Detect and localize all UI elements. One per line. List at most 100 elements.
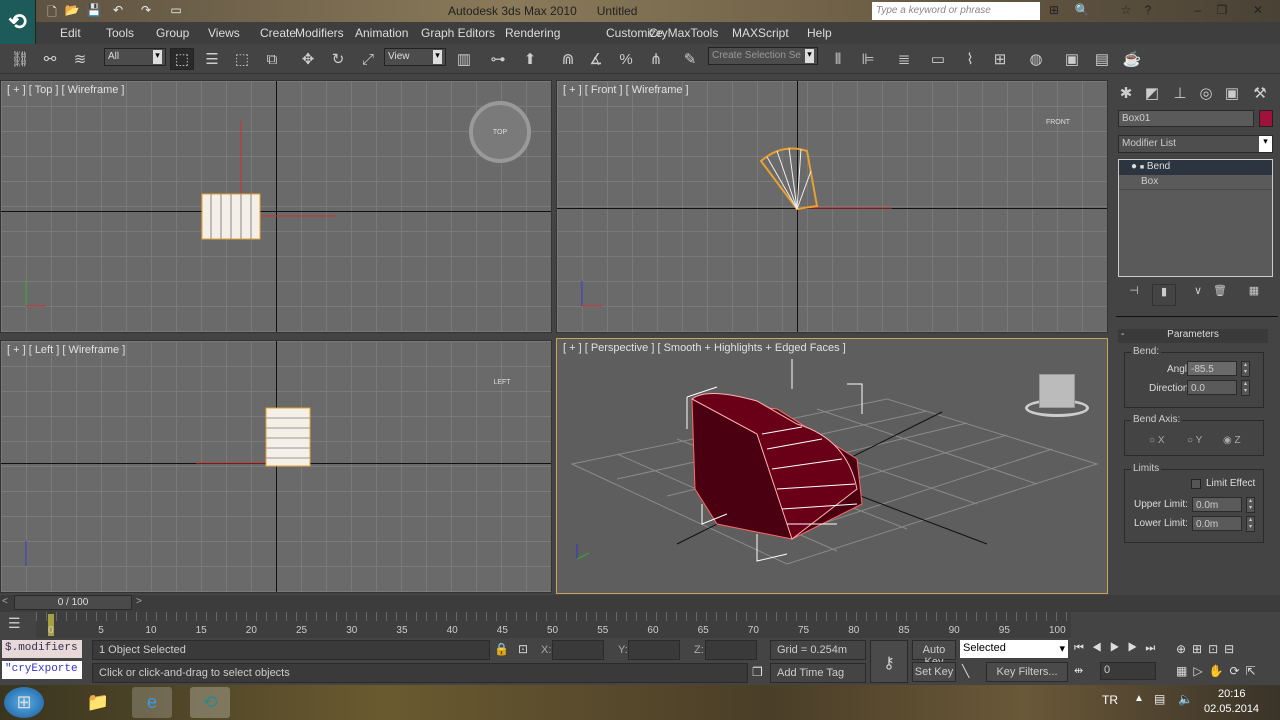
direction-spinner[interactable]: ▴ ▾ <box>1241 380 1250 396</box>
minimize-button[interactable]: ‒ <box>1190 3 1206 18</box>
action-center-icon[interactable]: ▤ <box>1154 692 1165 706</box>
key-filters-button[interactable]: Key Filters... <box>986 662 1068 682</box>
viewcube-left[interactable]: LEFT <box>471 379 533 407</box>
select-and-scale-icon[interactable]: ⤢ <box>356 48 380 70</box>
menu-animation[interactable]: Animation <box>355 26 408 40</box>
viewport-label[interactable]: [ + ] [ Perspective ] [ Smooth + Highlig… <box>563 342 846 354</box>
create-tab-icon[interactable]: ✱ <box>1114 84 1138 106</box>
viewcube-perspective[interactable] <box>1025 369 1089 424</box>
lower-limit-input[interactable]: 0.0m <box>1192 516 1242 531</box>
language-indicator[interactable]: TR <box>1102 693 1118 707</box>
selection-lock-icon[interactable]: 🔒 <box>494 642 509 656</box>
modify-tab-icon[interactable]: ◩ <box>1140 84 1164 106</box>
set-key-mode-icon[interactable]: ⚷ <box>870 640 908 683</box>
close-button[interactable]: ✕ <box>1250 3 1266 18</box>
help-icon[interactable]: ? <box>1140 3 1156 18</box>
unlink-selection-icon[interactable]: ⚯ <box>38 48 62 70</box>
app-logo-button[interactable]: ⟲ <box>0 0 36 44</box>
upper-limit-input[interactable]: 0.0m <box>1192 497 1242 512</box>
key-mode-toggle-icon[interactable]: ⇹ <box>1074 664 1083 677</box>
menu-help[interactable]: Help <box>807 26 832 40</box>
menu-tools[interactable]: Tools <box>106 26 134 40</box>
mirror-icon[interactable]: ⫴ <box>826 48 850 70</box>
redo-icon[interactable]: ↷ <box>138 3 154 18</box>
add-time-tag-button[interactable]: Add Time Tag <box>770 663 866 683</box>
save-icon[interactable]: 💾 <box>86 3 102 18</box>
show-hidden-icons-icon[interactable]: ▲ <box>1134 693 1144 704</box>
viewport-perspective[interactable]: [ + ] [ Perspective ] [ Smooth + Highlig… <box>556 338 1108 594</box>
select-and-move-icon[interactable]: ✥ <box>296 48 320 70</box>
select-object-icon[interactable]: ⬚ <box>170 48 194 70</box>
angle-snap-icon[interactable]: ∡ <box>584 48 608 70</box>
absolute-mode-icon[interactable]: ⊡ <box>518 642 528 656</box>
material-editor-icon[interactable]: ◍ <box>1024 48 1048 70</box>
favorites-star-icon[interactable]: ☆ <box>1118 3 1134 18</box>
explorer-taskbar-icon[interactable]: 📁 <box>78 687 118 718</box>
modifier-list-dropdown[interactable]: Modifier List ▾ <box>1118 135 1273 153</box>
time-slider[interactable]: 0 / 100 <box>14 595 132 610</box>
undo-icon[interactable]: ↶ <box>110 3 126 18</box>
viewport-top[interactable]: [ + ] [ Top ] [ Wireframe ] TOP <box>0 80 552 333</box>
expand-icon[interactable]: ■ <box>1140 164 1144 171</box>
spinner-snap-icon[interactable]: ⋔ <box>644 48 668 70</box>
edit-named-selections-icon[interactable]: ✎ <box>678 48 702 70</box>
menu-views[interactable]: Views <box>208 26 240 40</box>
axis-x-radio[interactable]: ○ X <box>1149 435 1165 446</box>
axis-z-radio[interactable]: ◉ Z <box>1223 435 1241 446</box>
schematic-view-icon[interactable]: ⊞ <box>988 48 1012 70</box>
next-frame-button[interactable]: > <box>136 596 142 607</box>
time-tag-icon[interactable]: ❒ <box>752 665 763 679</box>
z-coordinate-input[interactable] <box>705 640 757 660</box>
upper-limit-spinner[interactable]: ▴ ▾ <box>1246 497 1255 513</box>
help-search-input[interactable]: Type a keyword or phrase <box>872 2 1040 20</box>
maximize-button[interactable]: ❐ <box>1214 3 1230 18</box>
maxscript-listener-line[interactable]: $.modifiers <box>2 640 82 658</box>
volume-icon[interactable]: 🔈 <box>1178 692 1193 706</box>
menu-create[interactable]: Create <box>260 26 296 40</box>
display-tab-icon[interactable]: ▣ <box>1220 84 1244 106</box>
render-production-icon[interactable]: ☕ <box>1120 48 1144 70</box>
viewport-navigation-controls-2[interactable]: ▦▷✋⟳⇱ <box>1176 664 1262 678</box>
x-coordinate-input[interactable] <box>552 640 604 660</box>
render-setup-icon[interactable]: ▣ <box>1060 48 1084 70</box>
curve-editor-icon[interactable]: ⌇ <box>958 48 982 70</box>
lower-limit-spinner[interactable]: ▴ ▾ <box>1246 516 1255 532</box>
bind-to-space-warp-icon[interactable]: ≋ <box>68 48 92 70</box>
start-button[interactable]: ⊞ <box>4 687 44 718</box>
viewcube-front[interactable]: FRONT <box>1027 119 1089 147</box>
menu-maxscript[interactable]: MAXScript <box>732 26 789 40</box>
stack-item-box[interactable]: Box <box>1119 175 1272 190</box>
new-file-icon[interactable]: 🗋 <box>44 3 60 19</box>
y-coordinate-input[interactable] <box>628 640 680 660</box>
lightbulb-icon[interactable]: ● <box>1131 161 1137 172</box>
direction-input[interactable]: 0.0 <box>1187 380 1237 395</box>
menu-graph-editors[interactable]: Graph Editors <box>421 26 495 40</box>
layer-manager-icon[interactable]: ≣ <box>892 48 916 70</box>
utilities-tab-icon[interactable]: ⚒ <box>1248 84 1272 106</box>
key-mode-dropdown[interactable]: Selected ▾ <box>960 640 1068 658</box>
open-file-icon[interactable]: 📂 <box>64 3 80 18</box>
playback-controls[interactable]: ⏮◀▶▶⏭ <box>1074 642 1163 655</box>
percent-snap-icon[interactable]: % <box>614 48 638 70</box>
menu-edit[interactable]: Edit <box>60 26 81 40</box>
prev-frame-button[interactable]: < <box>2 596 8 607</box>
configure-modifier-sets-icon[interactable]: ▦ <box>1242 284 1266 306</box>
select-by-name-icon[interactable]: ☰ <box>200 48 224 70</box>
make-unique-icon[interactable]: ∨ <box>1186 284 1210 306</box>
object-color-swatch[interactable] <box>1259 110 1273 127</box>
viewcube-top[interactable]: TOP <box>469 101 531 163</box>
current-frame-input[interactable]: 0 <box>1100 662 1156 680</box>
search-icon[interactable]: 🔍 <box>1074 3 1090 18</box>
use-pivot-center-icon[interactable]: ▥ <box>452 48 476 70</box>
viewport-front[interactable]: [ + ] [ Front ] [ Wireframe ] FRONT <box>556 80 1108 333</box>
hierarchy-tab-icon[interactable]: ⊥ <box>1168 84 1192 106</box>
clock-time[interactable]: 20:16 <box>1218 688 1246 700</box>
stack-item-bend[interactable]: ● ■ Bend <box>1119 160 1272 175</box>
internet-explorer-taskbar-icon[interactable]: e <box>132 687 172 718</box>
window-crossing-icon[interactable]: ⧉ <box>260 48 284 70</box>
menu-crymaxtools[interactable]: CryMaxTools <box>649 26 718 40</box>
axis-y-radio[interactable]: ○ Y <box>1187 435 1202 446</box>
remove-modifier-icon[interactable]: 🗑 <box>1208 284 1232 306</box>
viewport-left[interactable]: [ + ] [ Left ] [ Wireframe ] LEFT <box>0 340 552 593</box>
set-key-button[interactable]: Set Key <box>912 662 956 682</box>
